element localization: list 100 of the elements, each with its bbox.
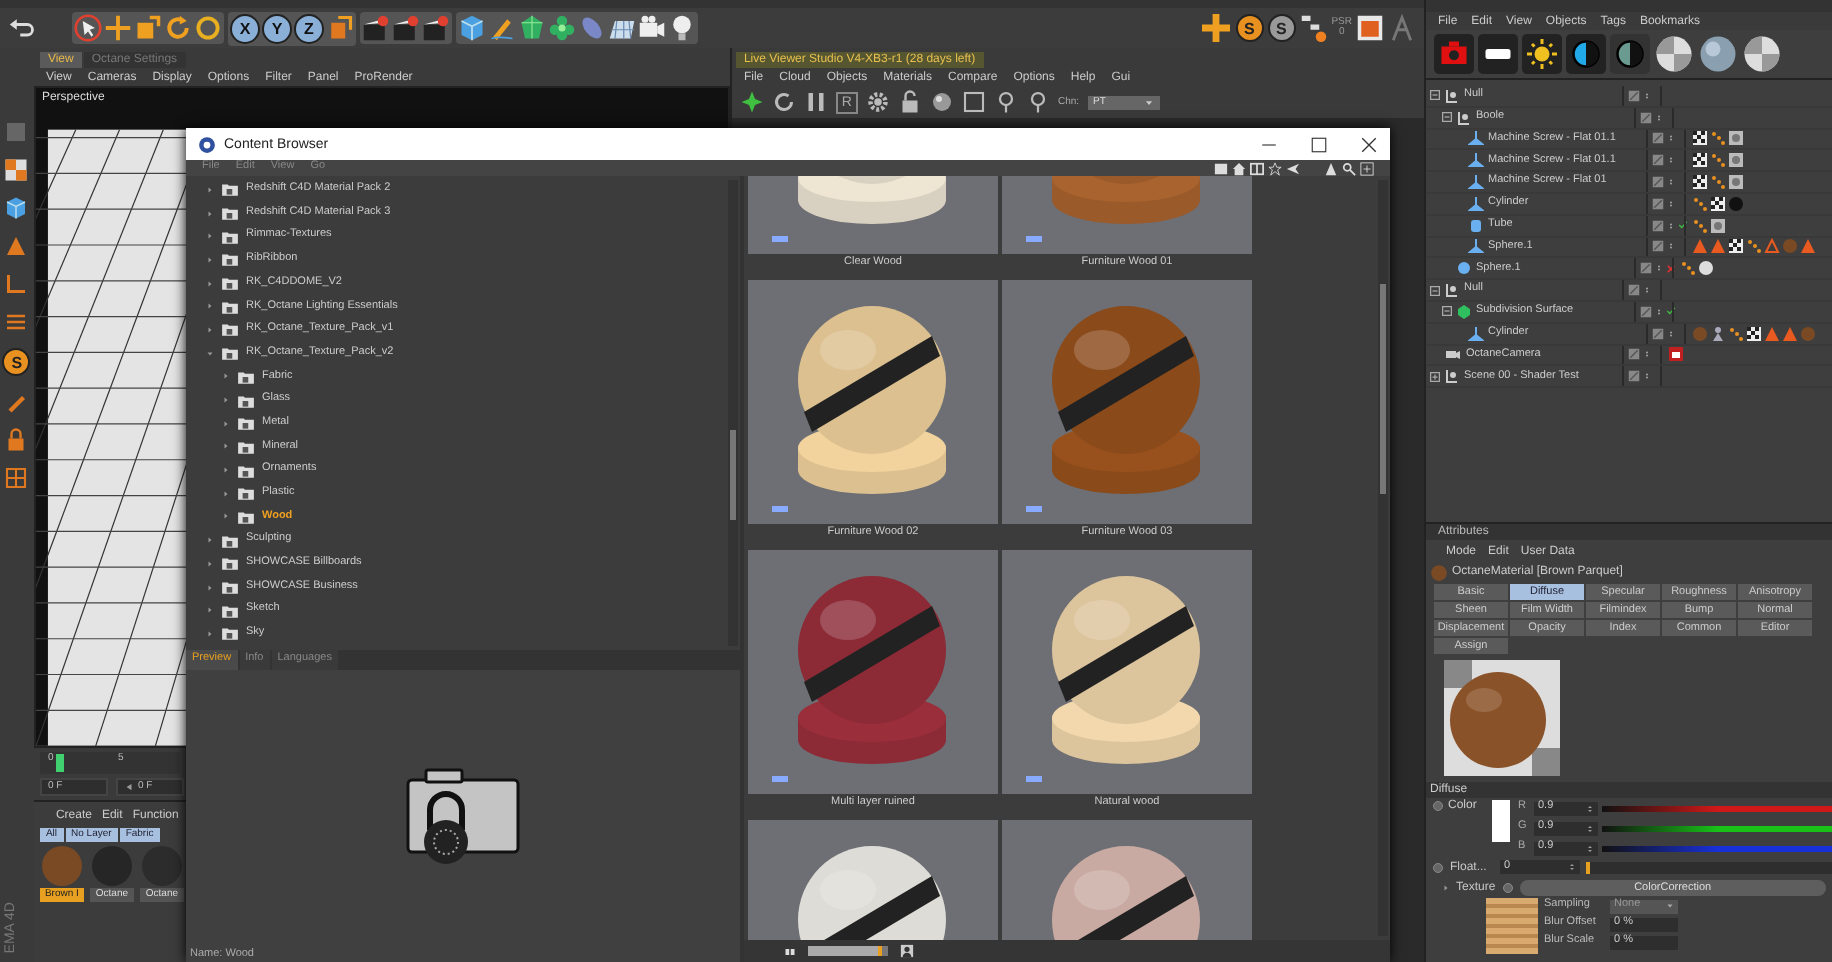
collapse-box-icon[interactable] [1430,285,1440,296]
axis-lock-button[interactable]: X [230,13,260,43]
axis-lock-button[interactable]: Z [294,13,324,43]
visibility-dots-icon[interactable] [1652,240,1664,253]
enabled-check-icon[interactable] [1666,306,1676,317]
scale-icon[interactable] [134,14,162,42]
add-icon[interactable] [1360,161,1374,175]
lock-icon[interactable] [4,428,29,452]
axis-icon[interactable] [4,272,29,296]
maximize-icon[interactable] [1310,135,1328,153]
color-swatch[interactable] [1492,800,1510,842]
material-swatch[interactable] [91,846,132,886]
snap-button[interactable]: S [2,348,31,376]
scrollbar[interactable] [728,180,738,646]
float-slider[interactable] [1586,861,1832,873]
checker-sphere-icon[interactable] [1654,34,1694,74]
visibility-dots-icon[interactable] [1628,284,1640,297]
collapse-box-icon[interactable] [1442,112,1452,123]
edge-icon[interactable] [4,310,29,334]
material-preview[interactable] [1002,550,1252,794]
undo-icon[interactable] [8,14,36,42]
visibility-dots-icon[interactable] [1652,132,1664,145]
collapse-box-icon[interactable] [1442,306,1452,317]
color-slider[interactable] [1602,805,1832,811]
close-icon[interactable] [1360,135,1378,153]
clapperboard-icon[interactable] [392,14,420,42]
visibility-dots-icon[interactable] [1652,176,1664,189]
home-icon[interactable] [1232,161,1246,175]
area-light-icon[interactable] [1478,34,1518,74]
flower-icon[interactable] [548,14,576,42]
pause-icon[interactable] [803,90,828,114]
material-swatch[interactable] [141,846,182,886]
radio-icon[interactable] [1501,881,1514,893]
hierarchy-icon[interactable] [1299,14,1328,42]
render-star-icon[interactable] [739,90,764,114]
grid-view-icon[interactable] [784,945,796,957]
half-circle-icon[interactable] [1566,34,1606,74]
radio-icon[interactable] [1432,800,1444,812]
book-icon[interactable] [1250,161,1264,175]
visibility-dots-icon[interactable] [1640,111,1652,124]
visibility-dots-icon[interactable] [1628,370,1640,383]
star-icon[interactable] [1268,161,1282,175]
color-slider[interactable] [1602,825,1832,831]
lock-icon[interactable] [897,90,922,114]
snap-button[interactable]: S [1267,14,1296,42]
refresh-icon[interactable] [771,90,796,114]
plus-icon[interactable] [1199,12,1232,44]
visibility-dots-icon[interactable] [1652,154,1664,167]
person-icon[interactable] [900,944,914,958]
cursor-icon[interactable] [74,14,102,42]
layout-icon[interactable] [1356,14,1384,42]
scrollbar[interactable] [1378,180,1388,936]
material-preview[interactable] [748,280,998,524]
grid-icon[interactable] [4,466,29,490]
visibility-dots-icon[interactable] [1628,348,1640,361]
color-slider[interactable] [1602,845,1832,851]
move-icon[interactable] [104,14,132,42]
cube-icon[interactable] [4,196,29,220]
clapperboard-icon[interactable] [362,14,390,42]
back-arrow-icon[interactable] [1286,161,1300,175]
sphere-icon[interactable] [929,90,954,114]
polygon-icon[interactable] [4,234,29,258]
mesh-icon[interactable] [4,120,29,144]
polyhedron-icon[interactable] [518,14,546,42]
region-icon[interactable] [961,90,986,114]
timeline-thumb[interactable] [56,754,65,772]
cube-icon[interactable] [458,14,486,42]
brush-icon[interactable] [4,390,29,414]
search-icon[interactable] [1342,161,1356,175]
sun-icon[interactable] [1522,34,1562,74]
thumbnail-size-slider[interactable] [808,946,888,956]
pin-icon[interactable] [993,90,1018,114]
collapse-box-icon[interactable] [1430,90,1440,101]
edit-icon[interactable] [1214,161,1228,175]
expand-box-icon[interactable] [1430,371,1440,382]
material-swatch[interactable] [41,846,82,886]
half-circle-icon[interactable] [1610,34,1650,74]
capsule-icon[interactable] [578,14,606,42]
pen-icon[interactable] [488,14,516,42]
sphere-icon[interactable] [1698,34,1738,74]
enabled-check-icon[interactable] [1678,220,1688,231]
radio-icon[interactable] [1432,861,1444,873]
rotate-icon[interactable] [164,14,192,42]
light-bulb-icon[interactable] [668,14,696,42]
checker-icon[interactable] [4,158,29,182]
snap-button[interactable]: S [1235,14,1264,42]
visibility-dots-icon[interactable] [1652,219,1664,232]
visibility-dots-icon[interactable] [1628,89,1640,102]
axis-lock-button[interactable]: Y [262,13,292,43]
rotate-icon[interactable] [194,14,222,42]
clapperboard-icon[interactable] [422,14,450,42]
pin-icon[interactable] [1025,90,1050,114]
visibility-dots-icon[interactable] [1652,327,1664,340]
checker-sphere-icon[interactable] [1742,34,1782,74]
visibility-dots-icon[interactable] [1640,305,1652,318]
gear-icon[interactable] [865,90,890,114]
visibility-dots-icon[interactable] [1652,197,1664,210]
coordinate-system-icon[interactable] [326,14,354,42]
camera-icon[interactable] [638,14,666,42]
visibility-dots-icon[interactable] [1640,262,1652,275]
